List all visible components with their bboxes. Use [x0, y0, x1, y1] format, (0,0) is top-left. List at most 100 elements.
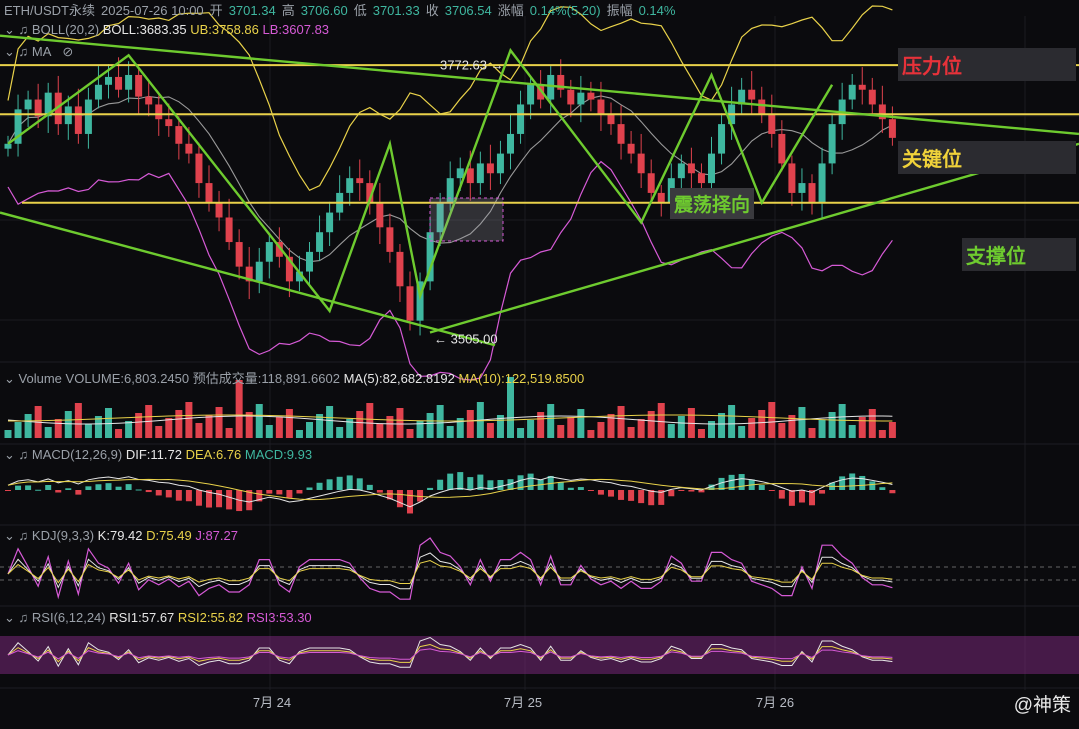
volume-name: Volume: [18, 371, 62, 386]
volume-bar: [105, 408, 112, 438]
macd-histogram-bar: [226, 490, 233, 510]
macd-histogram-bar: [738, 474, 745, 490]
datetime: 2025-07-26 10:00: [101, 3, 204, 18]
collapse-icon[interactable]: ⌄: [4, 528, 15, 543]
macd-histogram-bar: [185, 490, 192, 502]
kdj-legend[interactable]: ⌄ ♫ KDJ(9,3,3) K:79.42 D:75.49 J:87.27: [4, 528, 238, 544]
bell-icon[interactable]: ♫: [19, 22, 29, 37]
macd-histogram-bar: [587, 490, 594, 491]
volume-bar: [366, 403, 374, 438]
boll-legend[interactable]: ⌄ ♫ BOLL(20,2) BOLL:3683.35 UB:3758.86 L…: [4, 22, 329, 38]
volume-legend[interactable]: ⌄ Volume VOLUME:6,803.2450 预估成交量:118,891…: [4, 368, 584, 387]
candle-body: [657, 192, 665, 203]
ma-legend[interactable]: ⌄ ♫ MA ⊘: [4, 44, 73, 60]
macd-histogram-bar: [135, 489, 142, 491]
bell-icon[interactable]: ♫: [19, 528, 29, 543]
macd-histogram-bar: [447, 473, 454, 490]
boll-mid: 3683.35: [139, 22, 187, 37]
rsi3-label: RSI3:: [246, 610, 280, 625]
macd-histogram-bar: [497, 480, 504, 490]
macd-histogram-bar: [296, 490, 303, 494]
vol-ma10-label: MA(10):: [458, 371, 505, 386]
macd-histogram-bar: [216, 490, 223, 508]
ohlc-header: ETH/USDT永续 2025-07-26 10:00 开 3701.34 高 3706.…: [4, 0, 681, 19]
volume-bar: [577, 409, 585, 438]
candle-body: [848, 84, 856, 100]
candle-body: [306, 251, 313, 272]
candle-body: [597, 99, 605, 115]
boll-lb-label: LB:: [262, 22, 283, 37]
macd-histogram-bar: [437, 479, 444, 490]
rsi-zone: [0, 636, 1079, 674]
macd-histogram-bar: [35, 489, 42, 491]
k-value: 79.42: [109, 528, 143, 543]
dif-value: 11.72: [150, 447, 182, 462]
open-value: 3701.34: [228, 3, 276, 18]
candle-body: [778, 133, 786, 164]
candle-body: [617, 124, 625, 144]
volume-bar: [406, 429, 414, 438]
symbol: ETH/USDT永续: [4, 3, 96, 18]
candle-body: [225, 217, 233, 243]
volume-bar: [557, 425, 565, 438]
rsi1-value: 57.67: [141, 610, 175, 625]
candle-body: [115, 76, 123, 90]
macd-histogram-bar: [678, 490, 685, 491]
macd-histogram-bar: [567, 487, 574, 490]
volume-bar: [888, 422, 896, 438]
d-label: D:: [146, 528, 160, 543]
candle-body: [718, 124, 726, 154]
est-volume-label: 预估成交量:: [192, 371, 262, 386]
bell-icon[interactable]: ♫: [19, 44, 29, 59]
kdj-name: KDJ(9,3,3): [31, 528, 95, 543]
macd-histogram-bar: [356, 478, 363, 490]
macd-histogram-bar: [778, 490, 785, 499]
rsi-legend[interactable]: ⌄ ♫ RSI(6,12,24) RSI1:57.67 RSI2:55.82 R…: [4, 610, 312, 626]
volume-bar: [517, 428, 525, 438]
macd-histogram-bar: [407, 490, 413, 514]
collapse-icon[interactable]: ⌄: [4, 44, 15, 59]
candle-body: [587, 92, 595, 100]
boll-lb: 3607.83: [282, 22, 330, 37]
x-tick-label: 7月 25: [504, 695, 542, 710]
bell-icon[interactable]: ♫: [19, 610, 29, 625]
volume-bar: [295, 430, 303, 438]
macd-histogram-bar: [75, 490, 82, 495]
candle-body: [818, 163, 826, 203]
low-price-mark: ← 3505.00: [434, 331, 498, 346]
volume-bar: [466, 410, 474, 438]
j-label: J:: [195, 528, 206, 543]
collapse-icon[interactable]: ⌄: [4, 371, 15, 386]
eye-hidden-icon[interactable]: ⊘: [62, 44, 73, 59]
volume-bar: [768, 402, 776, 438]
candle-body: [195, 153, 203, 184]
macd-histogram-bar: [55, 490, 62, 493]
macd-histogram-bar: [618, 490, 625, 500]
low-value: 3701.33: [372, 3, 420, 18]
candle-body: [346, 178, 354, 193]
volume-bar: [125, 421, 133, 438]
macd-histogram-bar: [336, 476, 343, 490]
volume-bar: [306, 422, 313, 438]
bell-icon[interactable]: ♫: [19, 447, 29, 462]
candle-body: [868, 89, 876, 105]
volume-bar: [155, 426, 163, 438]
volume-bar: [84, 424, 92, 438]
candle-body: [798, 183, 806, 193]
high-price-mark: 3772.63 →: [440, 57, 504, 72]
candle-body: [396, 251, 404, 287]
collapse-icon[interactable]: ⌄: [4, 22, 15, 37]
rsi3-value: 53.30: [279, 610, 312, 625]
j-value: 87.27: [205, 528, 238, 543]
volume-bar: [818, 420, 826, 438]
candle-body: [74, 106, 82, 134]
collapse-icon[interactable]: ⌄: [4, 447, 15, 462]
candle-body: [135, 74, 143, 97]
volume-bar: [64, 411, 72, 438]
macd-legend[interactable]: ⌄ ♫ MACD(12,26,9) DIF:11.72 DEA:6.76 MAC…: [4, 447, 312, 463]
macd-histogram-bar: [668, 490, 675, 497]
candle-body: [255, 261, 263, 282]
volume-bar: [677, 416, 685, 438]
collapse-icon[interactable]: ⌄: [4, 610, 15, 625]
change-label: 涨幅: [497, 3, 524, 18]
